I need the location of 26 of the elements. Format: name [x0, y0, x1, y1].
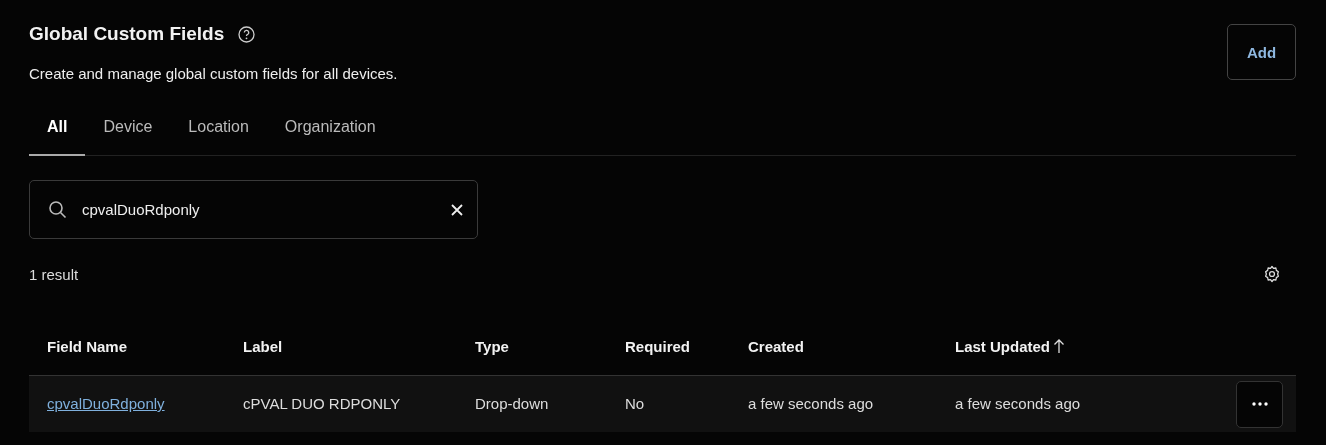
tab[interactable]: Device	[85, 109, 171, 156]
field-name-link[interactable]: cpvalDuoRdponly	[47, 395, 165, 412]
more-icon	[1251, 402, 1268, 406]
column-header[interactable]: Created	[748, 337, 804, 355]
help-icon[interactable]	[238, 25, 256, 43]
search-field[interactable]: cpvalDuoRdponly	[29, 180, 478, 239]
table-cell: cPVAL DUO RDPONLY	[243, 395, 401, 412]
settings-icon[interactable]	[1263, 265, 1281, 283]
table-cell: No	[625, 395, 645, 412]
result-count: 1 result	[29, 265, 79, 283]
table-cell: a few seconds ago	[955, 395, 1081, 412]
column-header[interactable]: Last Updated	[955, 337, 1065, 355]
column-header[interactable]: Label	[243, 337, 283, 355]
column-header[interactable]: Type	[475, 337, 509, 355]
column-header[interactable]: Required	[625, 337, 690, 355]
table-cell: a few seconds ago	[748, 395, 874, 412]
tab[interactable]: Organization	[266, 109, 394, 156]
add-button[interactable]: Add	[1227, 24, 1296, 80]
column-header[interactable]: Field Name	[47, 337, 128, 355]
page-description: Create and manage global custom fields for all devices.	[29, 65, 398, 82]
tab[interactable]: Location	[170, 109, 267, 156]
tab[interactable]: All	[29, 109, 86, 156]
page-title: Global Custom Fields	[29, 24, 225, 44]
clear-icon[interactable]	[450, 202, 464, 217]
table-cell: Drop-down	[475, 395, 549, 412]
search-icon	[48, 199, 68, 220]
